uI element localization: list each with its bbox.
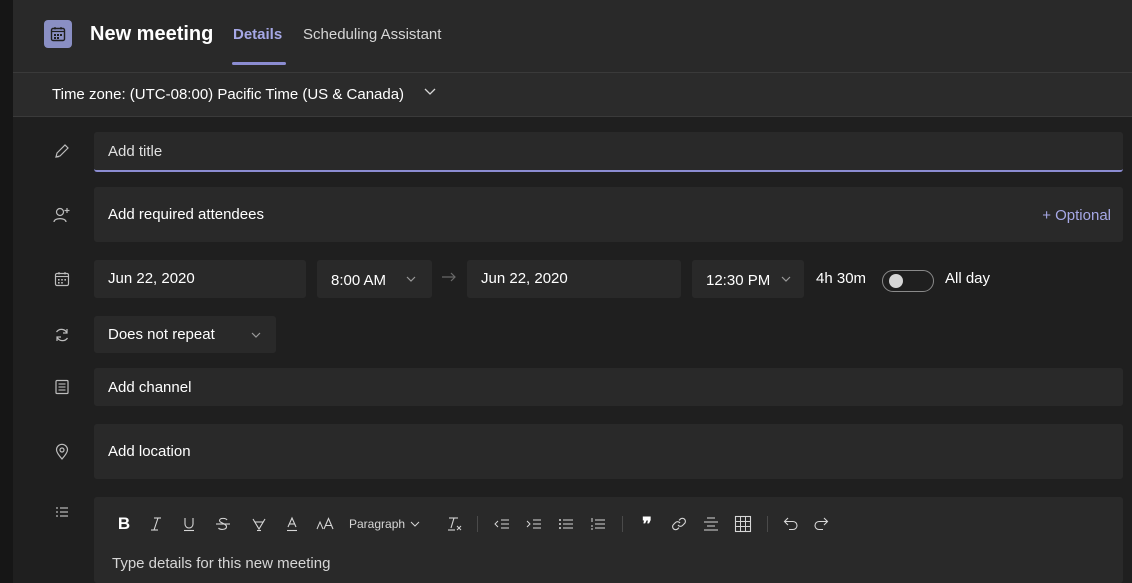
repeat-value: Does not repeat [108,326,215,343]
end-time-value: 12:30 PM [706,272,771,289]
duration-label: 4h 30m [816,270,867,287]
start-date-value: Jun 22, 2020 [108,270,195,287]
timezone-selector[interactable]: Time zone: (UTC-08:00) Pacific Time (US … [52,86,404,104]
increase-indent-icon[interactable] [518,511,550,537]
title-placeholder: Add title [108,143,163,160]
channel-placeholder: Add channel [108,379,192,396]
details-placeholder: Type details for this new meeting [112,555,331,572]
bulleted-list-icon[interactable] [550,511,582,537]
calendar-icon [44,20,72,48]
location-input[interactable]: Add location [94,424,1123,479]
link-icon[interactable] [663,511,695,537]
table-icon[interactable] [727,511,759,537]
all-day-toggle[interactable] [882,270,934,292]
chevron-down-icon [250,328,262,346]
paragraph-dropdown[interactable]: Paragraph [343,511,439,537]
decrease-indent-icon[interactable] [486,511,518,537]
channel-icon [52,377,72,397]
all-day-label: All day [945,270,991,287]
start-time-value: 8:00 AM [331,272,387,289]
tab-scheduling-assistant[interactable]: Scheduling Assistant [303,26,441,44]
location-pin-icon [52,442,72,462]
app-rail-edge [0,0,13,583]
start-date-picker[interactable]: Jun 22, 2020 [94,260,306,298]
toolbar-divider [622,516,623,532]
location-placeholder: Add location [108,443,191,460]
calendar-icon [52,269,72,289]
align-icon[interactable] [695,511,727,537]
underline-icon[interactable] [173,511,205,537]
chevron-down-icon[interactable] [423,84,437,103]
repeat-icon [52,325,72,345]
bold-icon[interactable]: B [109,511,139,537]
toolbar-divider [477,516,478,532]
title-input[interactable]: Add title [94,132,1123,172]
undo-icon[interactable] [776,511,806,537]
add-person-icon [52,205,72,225]
chevron-down-icon [405,272,417,290]
tab-details[interactable]: Details [233,26,282,44]
font-color-icon[interactable] [277,511,307,537]
toolbar-divider [767,516,768,532]
clear-format-icon[interactable] [439,511,469,537]
details-editor[interactable]: B Paragraph ❞ Type details for this new … [94,497,1123,583]
strikethrough-icon[interactable] [205,511,241,537]
optional-attendees-link[interactable]: + Optional [1042,207,1111,225]
details-list-icon [52,503,72,523]
attendees-placeholder: Add required attendees [108,206,264,223]
quote-icon[interactable]: ❞ [631,511,663,537]
paragraph-label: Paragraph [349,517,406,531]
italic-icon[interactable] [139,511,173,537]
numbered-list-icon[interactable] [582,511,614,537]
end-date-picker[interactable]: Jun 22, 2020 [467,260,681,298]
font-size-icon[interactable] [307,511,343,537]
chevron-down-icon [780,272,792,290]
timezone-bar: Time zone: (UTC-08:00) Pacific Time (US … [13,72,1132,117]
repeat-dropdown[interactable]: Does not repeat [94,316,276,353]
pencil-icon [52,141,72,161]
end-date-value: Jun 22, 2020 [481,270,568,287]
end-time-dropdown[interactable]: 12:30 PM [692,260,804,298]
channel-input[interactable]: Add channel [94,368,1123,406]
arrow-right-icon [440,268,458,291]
redo-icon[interactable] [806,511,836,537]
attendees-input[interactable]: Add required attendees + Optional [94,187,1123,242]
start-time-dropdown[interactable]: 8:00 AM [317,260,432,298]
highlight-icon[interactable] [241,511,277,537]
formatting-toolbar: B Paragraph ❞ [109,511,836,537]
toggle-knob [889,274,903,288]
page-title: New meeting [90,23,214,45]
header-bar: New meeting Details Scheduling Assistant [13,0,1132,72]
active-tab-indicator [232,62,286,65]
